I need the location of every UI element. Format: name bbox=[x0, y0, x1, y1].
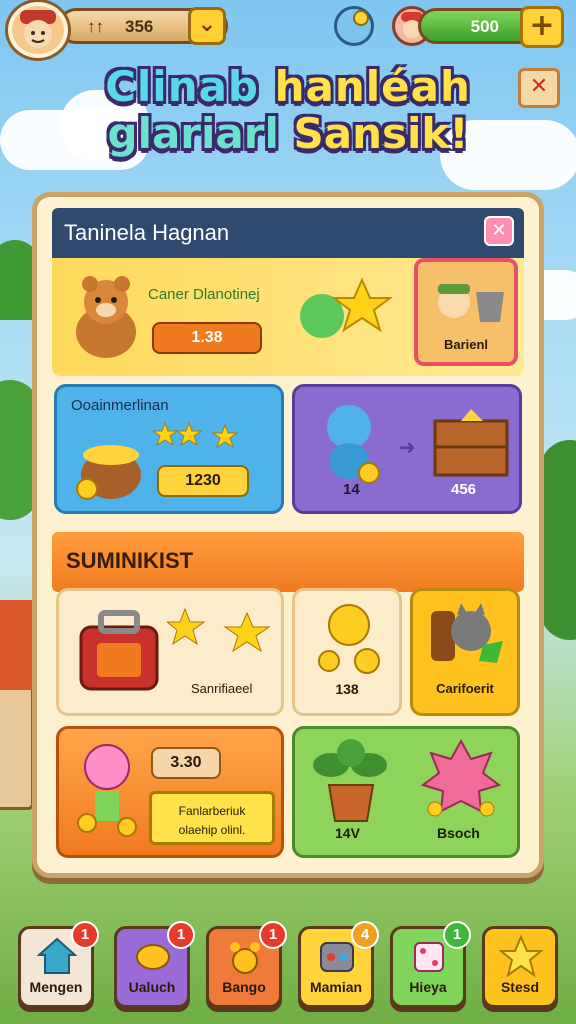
page-title: Clinab hanléah glariarl Sansik! bbox=[0, 62, 576, 158]
chevron-down-icon: ⌄ bbox=[197, 12, 217, 37]
nav-label: Mamian bbox=[309, 979, 363, 995]
coin-dropdown-button[interactable]: ⌄ bbox=[188, 7, 226, 45]
coin-prefix: ↑↑ bbox=[87, 17, 104, 36]
notification-badge: 4 bbox=[351, 921, 379, 949]
paw-icon bbox=[230, 942, 260, 974]
buy-button[interactable]: Fanlarberiuk olaehip olinl. bbox=[149, 791, 275, 845]
shop-item[interactable]: 3.30 Fanlarberiuk olaehip olinl. bbox=[56, 726, 284, 858]
potion-icon bbox=[320, 942, 354, 972]
nav-label: Stesd bbox=[500, 979, 540, 995]
close-icon: ✕ bbox=[529, 74, 549, 99]
cat-icon bbox=[431, 603, 503, 663]
section-header: SUMINIKIST bbox=[52, 532, 524, 592]
crate-icon bbox=[433, 409, 509, 477]
bag-icon bbox=[353, 10, 369, 26]
price-value: 1.38 bbox=[191, 329, 223, 346]
dice-icon bbox=[414, 942, 444, 972]
title-word: Sansik! bbox=[293, 109, 469, 158]
bear-icon bbox=[76, 276, 136, 358]
shop-item[interactable]: Carifoerit bbox=[410, 588, 520, 716]
nav-stars[interactable]: Stesd bbox=[482, 926, 558, 1008]
stars-icon bbox=[167, 607, 271, 653]
nav-home[interactable]: Mengen 1 bbox=[18, 921, 99, 1008]
offer-caption: Caner Dlanotinej bbox=[148, 286, 260, 303]
panel-close-button[interactable]: ✕ bbox=[484, 216, 514, 246]
house-icon bbox=[37, 937, 77, 974]
toolbox-icon bbox=[79, 610, 159, 691]
coins-icon bbox=[318, 604, 380, 674]
close-icon: ✕ bbox=[491, 220, 507, 241]
coin-pot-icon bbox=[76, 445, 141, 500]
item-label: 14V bbox=[335, 825, 360, 841]
player-avatar[interactable] bbox=[8, 2, 68, 58]
panel-header: Taninela Hagnan ✕ bbox=[52, 208, 524, 258]
offer-card[interactable]: ➜ 14 456 bbox=[292, 384, 522, 514]
top-bar: ↑↑ 356 ⌄ 500 + bbox=[0, 0, 576, 60]
item-count: 456 bbox=[451, 481, 477, 498]
nav-leaf[interactable]: Ualuch 1 bbox=[114, 921, 195, 1008]
plus-icon: + bbox=[529, 8, 555, 43]
avatar-face-icon bbox=[20, 10, 56, 48]
gem-value: 500 bbox=[470, 17, 499, 36]
tree bbox=[540, 440, 576, 640]
close-button[interactable]: ✕ bbox=[518, 68, 560, 108]
shop-item[interactable]: Sanrifiaeel bbox=[56, 588, 284, 716]
stars-icon bbox=[153, 421, 239, 449]
add-gems-button[interactable]: + bbox=[520, 6, 564, 48]
shop-item[interactable]: 14V Bsoch bbox=[292, 726, 520, 858]
offer-card[interactable]: Caner Dlanotinej 1.38 Barienl bbox=[52, 258, 524, 376]
section-title: SUMINIKIST bbox=[66, 548, 194, 573]
price-tag: 1.38 bbox=[152, 322, 262, 354]
nav-label: Ualuch bbox=[128, 979, 176, 995]
buy-button-label: Fanlarberiuk olaehip olinl. bbox=[178, 804, 246, 837]
nav-pets[interactable]: Bango 1 bbox=[206, 921, 287, 1008]
title-word: glariarl bbox=[107, 109, 279, 158]
arrow-right-icon: ➜ bbox=[399, 435, 416, 459]
nav-label: Mengen bbox=[29, 979, 83, 995]
plant-icon bbox=[313, 739, 387, 822]
leaf-icon bbox=[136, 944, 170, 970]
coin-value: 356 bbox=[125, 17, 154, 36]
nav-label: Hieya bbox=[409, 979, 447, 995]
shop-item[interactable]: 138 bbox=[292, 588, 402, 716]
notification-badge: 1 bbox=[259, 921, 287, 949]
star-icon bbox=[499, 935, 543, 978]
nav-games[interactable]: Hieya 1 bbox=[390, 921, 471, 1008]
offer-card[interactable]: Ooainmerlinan 1230 bbox=[54, 384, 284, 514]
title-word: hanléah bbox=[274, 62, 471, 111]
notification-badge: 1 bbox=[443, 921, 471, 949]
featured-item[interactable]: Barienl bbox=[414, 258, 518, 366]
price-value: 3.30 bbox=[170, 754, 202, 771]
panel-title: Taninela Hagnan bbox=[64, 220, 230, 245]
item-label: Carifoerit bbox=[436, 681, 494, 696]
lamp-icon bbox=[77, 744, 137, 837]
featured-label: Barienl bbox=[443, 337, 489, 352]
character-icon bbox=[438, 284, 504, 322]
title-word: Clinab bbox=[105, 62, 260, 111]
item-label: Sanrifiaeel bbox=[191, 681, 253, 696]
item-label: Bsoch bbox=[437, 825, 480, 841]
notification-badge: 1 bbox=[167, 921, 195, 949]
price-tag: 3.30 bbox=[151, 747, 221, 779]
flower-icon bbox=[421, 739, 501, 817]
offer-title: Ooainmerlinan bbox=[71, 397, 169, 414]
notification-badge: 1 bbox=[71, 921, 99, 949]
item-label: 138 bbox=[335, 681, 359, 697]
monkey-icon bbox=[327, 405, 380, 484]
nav-potions[interactable]: Mamian 4 bbox=[298, 921, 379, 1008]
dino-icon bbox=[300, 277, 392, 338]
price-value: 1230 bbox=[185, 472, 221, 489]
item-count: 14 bbox=[343, 481, 360, 498]
nav-label: Bango bbox=[222, 979, 266, 995]
gem-bag-icon[interactable] bbox=[334, 6, 374, 46]
price-tag: 1230 bbox=[157, 465, 249, 497]
